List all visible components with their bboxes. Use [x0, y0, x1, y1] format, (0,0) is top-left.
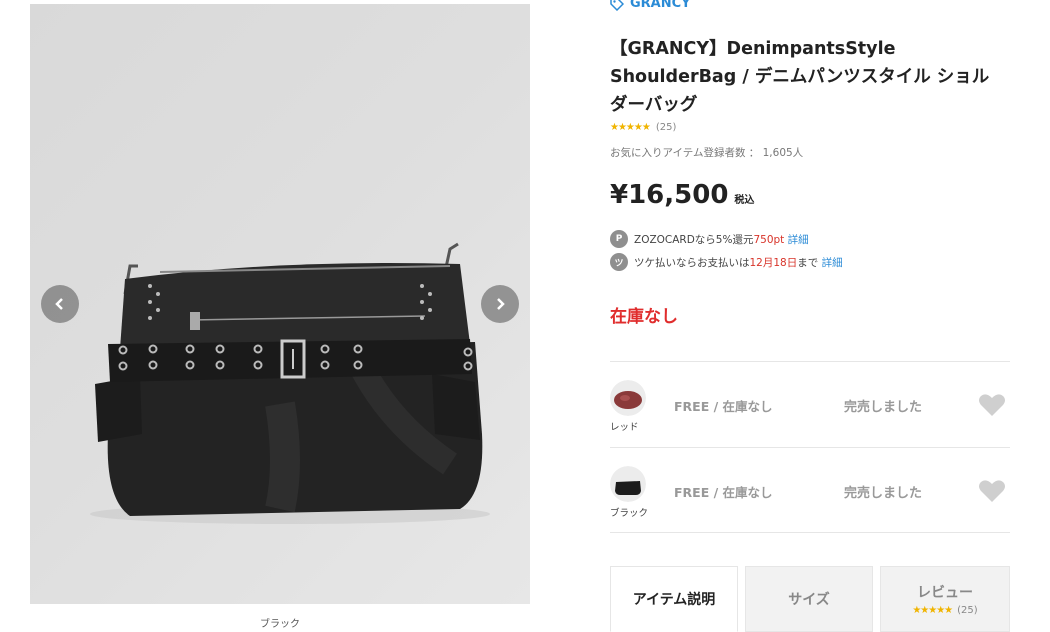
color-label: ブラック	[610, 508, 649, 519]
heart-icon	[979, 394, 1005, 416]
tab-label: アイテム説明	[632, 592, 716, 608]
rating-stars: ★★★★★	[610, 122, 651, 133]
favorite-button[interactable]	[978, 478, 1006, 508]
product-rating[interactable]: ★★★★★ (25)	[610, 122, 676, 133]
tab-label: レビュー	[917, 585, 973, 601]
review-count: (25)	[957, 605, 978, 616]
sold-out-label: 完売しました	[844, 400, 923, 415]
image-caption: ブラック	[260, 619, 300, 630]
heart-icon	[979, 480, 1005, 502]
zozocard-points: 750pt	[753, 233, 785, 246]
tab-size[interactable]: サイズ	[745, 566, 873, 632]
points-icon: P	[610, 230, 628, 248]
color-swatch-black[interactable]	[610, 466, 646, 502]
zozocard-text: ZOZOCARDなら5%還元	[634, 233, 754, 246]
color-label: レッド	[610, 422, 639, 433]
review-stars: ★★★★★	[912, 605, 953, 616]
product-image-gallery	[30, 4, 530, 604]
chevron-right-icon	[497, 298, 505, 310]
price: ¥16,500 税込	[610, 180, 754, 210]
product-image	[90, 242, 490, 524]
favorite-count: お気に入りアイテム登録者数 ： 1,605人	[610, 147, 804, 159]
variant-row: レッド FREE / 在庫なし 完売しました	[610, 361, 1010, 447]
tsuke-date: 12月18日	[749, 256, 798, 269]
tab-description[interactable]: アイテム説明	[610, 566, 738, 632]
brand-name: GRANCY	[630, 0, 691, 11]
brand-link[interactable]: GRANCY	[610, 0, 691, 11]
tag-icon	[610, 0, 624, 11]
price-value: ¥16,500	[610, 180, 729, 210]
stock-status: 在庫なし	[610, 307, 678, 327]
rating-count: (25)	[655, 122, 677, 133]
tsuke-payment-offer: ツ ツケ払いならお支払いは12月18日まで 詳細	[610, 253, 843, 271]
zozocard-offer: P ZOZOCARDなら5%還元750pt 詳細	[610, 230, 809, 248]
sold-out-label: 完売しました	[844, 486, 923, 501]
zozocard-detail-link[interactable]: 詳細	[788, 234, 809, 246]
size-stock: FREE / 在庫なし	[674, 485, 773, 500]
tsuke-icon: ツ	[610, 253, 628, 271]
color-swatch-red[interactable]	[610, 380, 646, 416]
product-title: 【GRANCY】DenimpantsStyle ShoulderBag / デニ…	[610, 39, 990, 115]
tsuke-suffix: まで	[797, 256, 819, 269]
tab-label: サイズ	[788, 592, 830, 608]
favorite-button[interactable]	[978, 392, 1006, 422]
tsuke-detail-link[interactable]: 詳細	[822, 257, 843, 269]
tax-label: 税込	[734, 195, 755, 206]
previous-image-button[interactable]	[41, 285, 79, 323]
tab-review[interactable]: レビュー ★★★★★ (25)	[880, 566, 1010, 632]
size-stock: FREE / 在庫なし	[674, 399, 773, 414]
chevron-left-icon	[55, 298, 63, 310]
tsuke-text: ツケ払いならお支払いは	[634, 256, 750, 269]
next-image-button[interactable]	[481, 285, 519, 323]
info-tabs: アイテム説明 サイズ レビュー ★★★★★ (25)	[610, 566, 1010, 632]
variant-row: ブラック FREE / 在庫なし 完売しました	[610, 447, 1010, 533]
review-rating: ★★★★★ (25)	[912, 605, 977, 616]
